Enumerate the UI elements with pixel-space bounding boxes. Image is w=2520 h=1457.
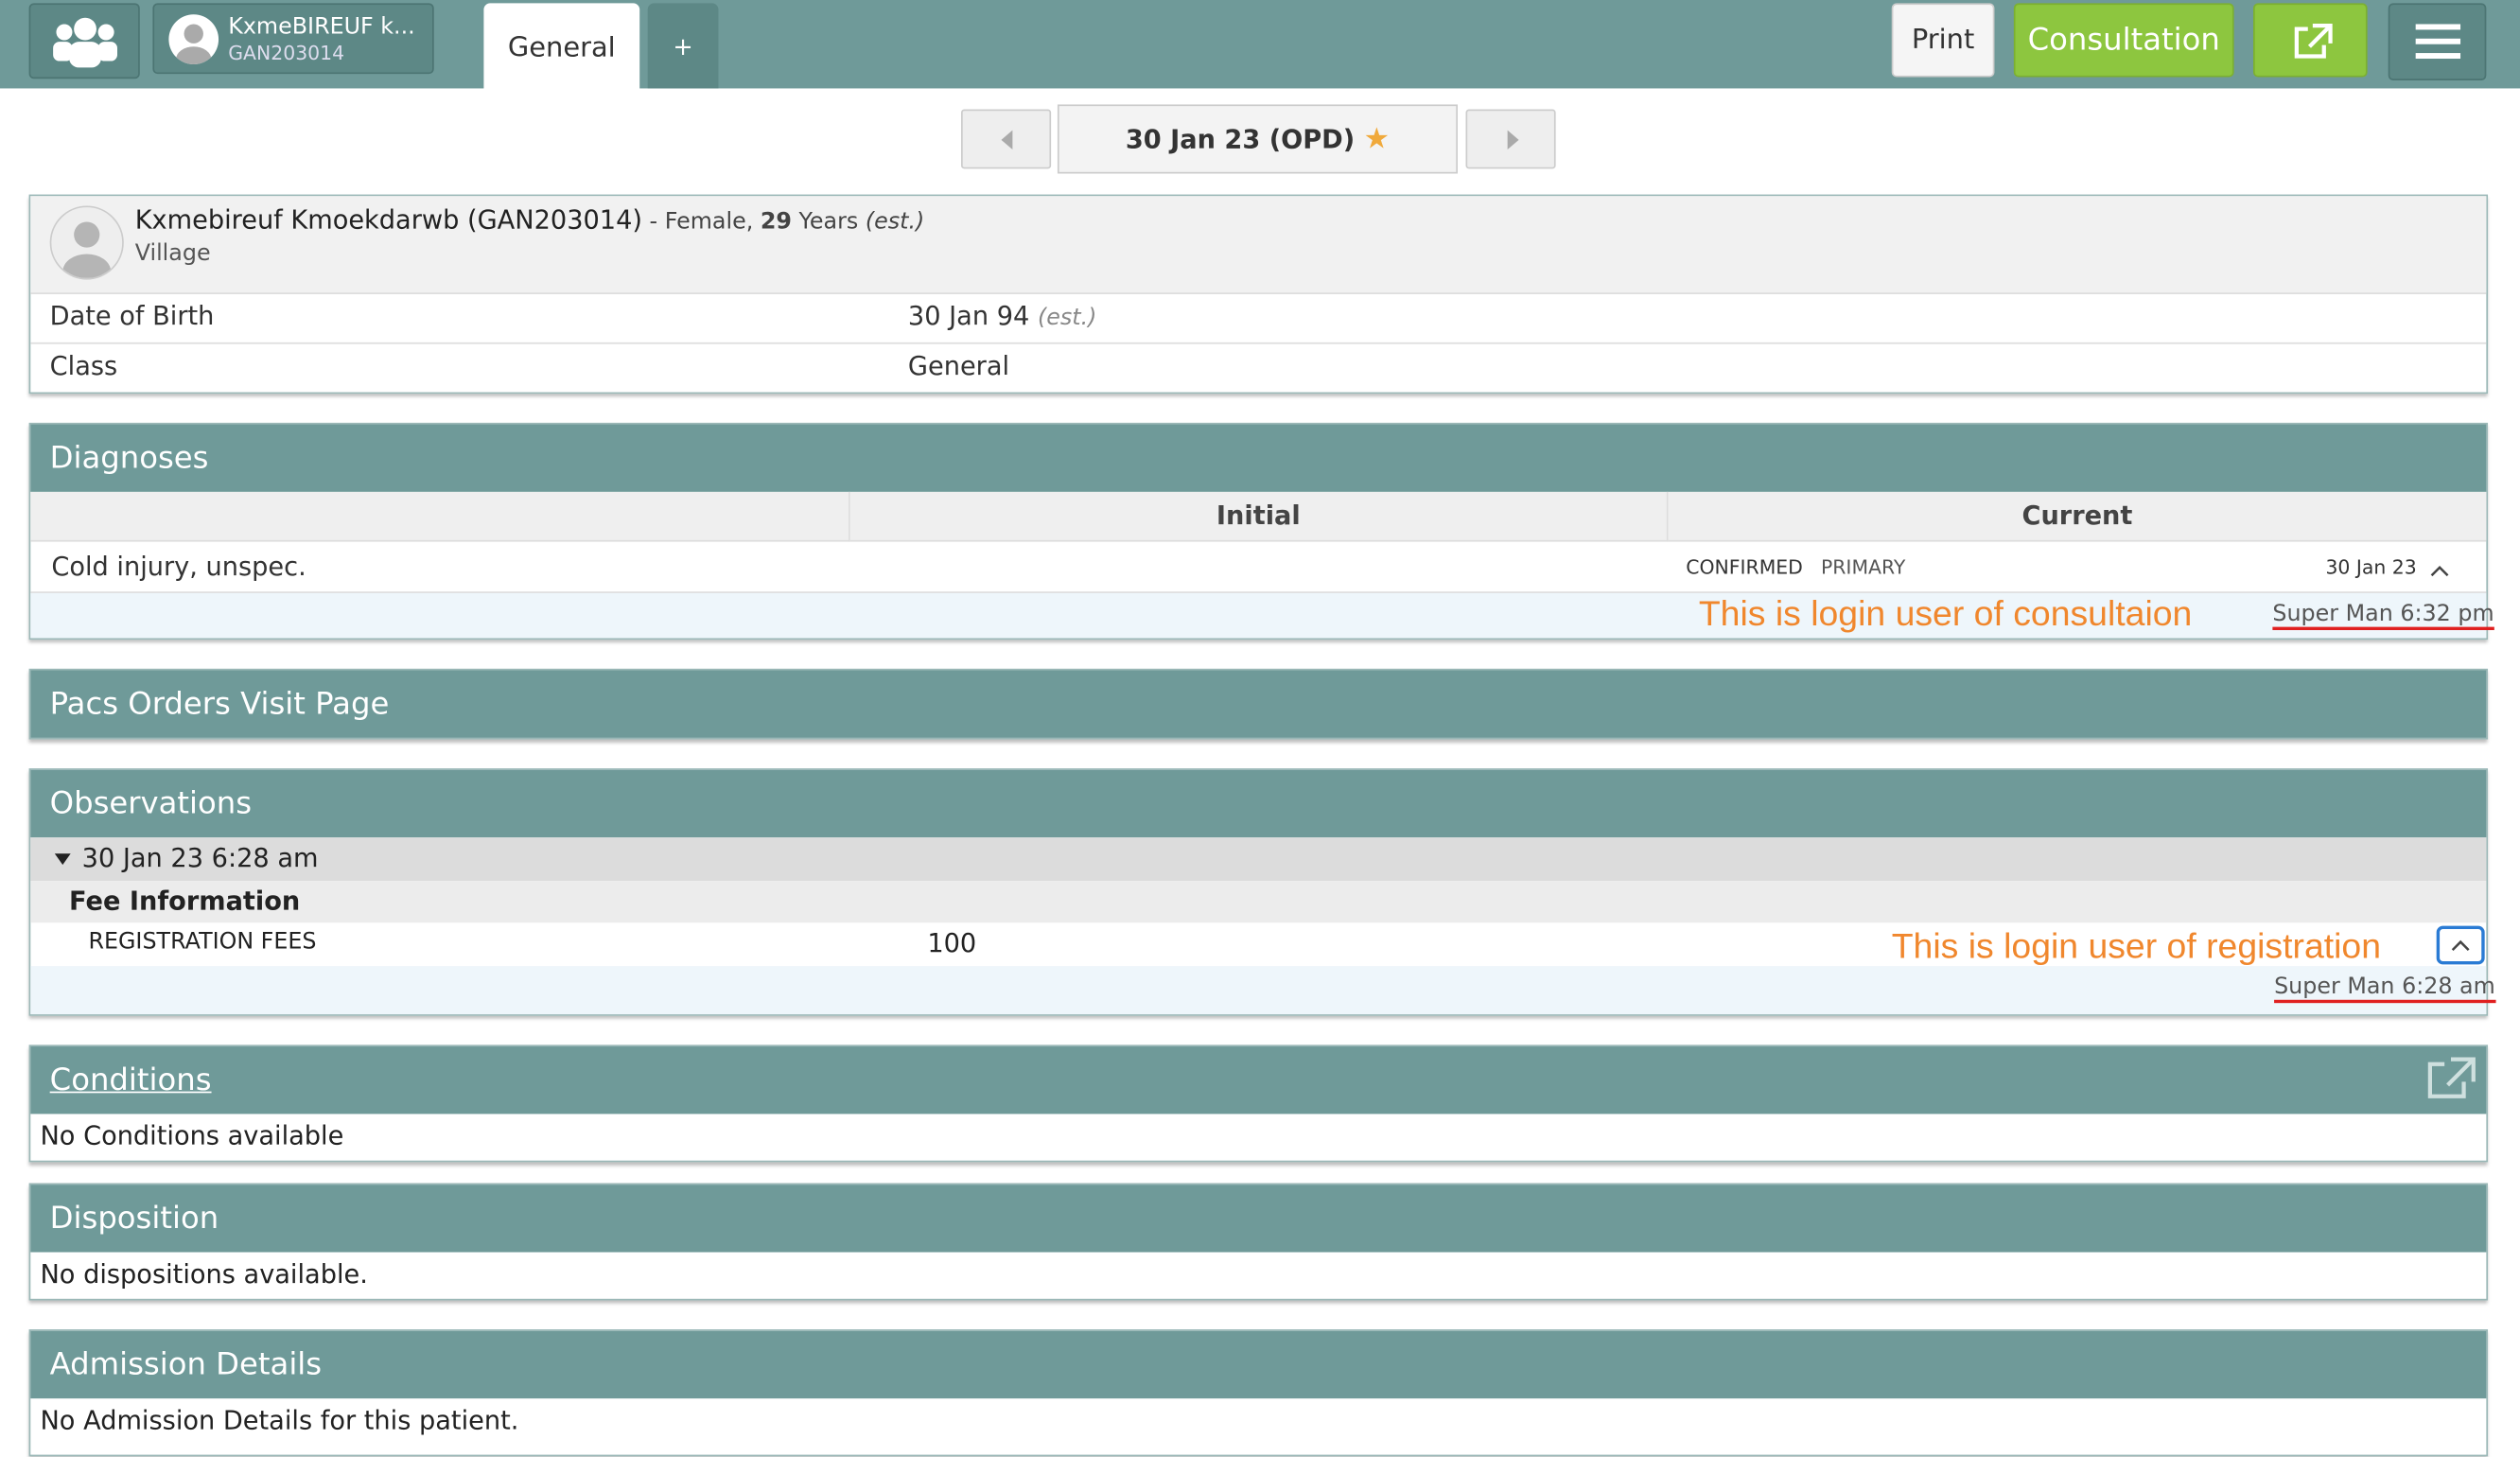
dob-value: 30 Jan 94 (est.) xyxy=(908,292,1097,342)
observations-header: Observations xyxy=(30,769,2487,838)
patient-full-name: Kxmebireuf Kmoekdarwb (GAN203014) - Fema… xyxy=(135,204,925,235)
collapse-button[interactable] xyxy=(2436,925,2485,965)
class-label: Class xyxy=(49,350,118,381)
caret-left-icon xyxy=(1001,130,1013,150)
fee-section-title: Fee Information xyxy=(69,886,301,917)
diag-col-current: Current xyxy=(1668,491,2487,542)
current-patient-button[interactable]: KxmeBIREUF k... GAN203014 xyxy=(152,3,434,75)
admission-title: Admission Details xyxy=(49,1346,323,1383)
observation-group-date: 30 Jan 23 6:28 am xyxy=(81,842,319,873)
menu-button[interactable] xyxy=(2388,3,2487,80)
visit-date-selector[interactable]: 30 Jan 23 (OPD) ★ xyxy=(1057,104,1458,174)
fee-section-row: Fee Information xyxy=(30,881,2487,923)
observations-title: Observations xyxy=(49,785,253,822)
conditions-empty: No Conditions available xyxy=(40,1120,344,1151)
patient-info-panel: Kxmebireuf Kmoekdarwb (GAN203014) - Fema… xyxy=(28,194,2489,395)
observation-audit-row: Super Man 6:28 am xyxy=(30,966,2495,1015)
prev-visit-button[interactable] xyxy=(961,109,1052,169)
diagnoses-title: Diagnoses xyxy=(49,440,209,476)
consultation-button[interactable]: Consultation xyxy=(2013,3,2234,78)
admission-panel: Admission Details No Admission Details f… xyxy=(28,1329,2489,1457)
conditions-panel: Conditions No Conditions available xyxy=(28,1044,2489,1163)
pacs-header: Pacs Orders Visit Page xyxy=(30,670,2487,738)
diagnosis-date: 30 Jan 23 xyxy=(2325,555,2417,579)
diagnosis-status: CONFIRMED xyxy=(1686,555,1803,579)
disposition-panel: Disposition No dispositions available. xyxy=(28,1183,2489,1301)
observation-group-row[interactable]: 30 Jan 23 6:28 am xyxy=(30,837,2487,882)
conditions-header: Conditions xyxy=(30,1046,2487,1115)
chevron-up-icon xyxy=(2451,939,2470,952)
patient-age: 29 xyxy=(760,208,792,236)
admission-empty: No Admission Details for this patient. xyxy=(40,1404,519,1436)
tab-general[interactable]: General xyxy=(483,3,640,89)
diag-col-blank xyxy=(30,491,850,542)
diagnosis-order: PRIMARY xyxy=(1820,555,1906,579)
patient-age-unit: Years xyxy=(791,208,866,236)
top-bar: KxmeBIREUF k... GAN203014 General + Prin… xyxy=(0,0,2520,89)
fee-item-label: REGISTRATION FEES xyxy=(88,929,317,956)
patient-name-short: KxmeBIREUF k... xyxy=(228,14,415,41)
avatar xyxy=(168,14,219,64)
patient-gender: - Female, xyxy=(641,208,761,236)
disposition-empty: No dispositions available. xyxy=(40,1258,368,1290)
print-button[interactable]: Print xyxy=(1891,3,1995,78)
consultation-annotation: This is login user of consultaion xyxy=(1698,592,2193,634)
diagnosis-user: Super Man 6:32 pm xyxy=(2272,601,2494,631)
patient-age-est: (est.) xyxy=(865,208,925,236)
patient-summary: Kxmebireuf Kmoekdarwb (GAN203014) - Fema… xyxy=(30,196,2487,294)
diag-col-initial: Initial xyxy=(849,491,1669,542)
disposition-title: Disposition xyxy=(49,1201,219,1237)
open-external-button[interactable] xyxy=(2252,3,2368,78)
diagnoses-header: Diagnoses xyxy=(30,424,2487,492)
admission-header: Admission Details xyxy=(30,1330,2487,1399)
users-icon xyxy=(53,17,118,68)
class-row: Class General xyxy=(30,342,2486,393)
tab-add[interactable]: + xyxy=(647,3,719,89)
observations-panel: Observations 30 Jan 23 6:28 am Fee Infor… xyxy=(28,768,2495,1016)
next-visit-button[interactable] xyxy=(1465,109,1556,169)
patient-id: GAN203014 xyxy=(228,42,345,64)
fee-item-row: REGISTRATION FEES 100 This is login user… xyxy=(30,922,2486,966)
patient-village: Village xyxy=(134,240,211,268)
diagnoses-panel: Diagnoses Initial Current Cold injury, u… xyxy=(28,422,2494,641)
diagnosis-row: Cold injury, unspec. CONFIRMED PRIMARY 3… xyxy=(30,542,2487,593)
caret-right-icon xyxy=(1507,130,1519,150)
visit-date-label: 30 Jan 23 (OPD) xyxy=(1125,123,1356,155)
registration-annotation: This is login user of registration xyxy=(1891,925,2382,967)
dob-date: 30 Jan 94 xyxy=(907,300,1030,331)
diagnosis-audit-row: This is login user of consultaion Super … xyxy=(30,592,2494,639)
pacs-panel: Pacs Orders Visit Page xyxy=(28,668,2489,740)
disposition-header: Disposition xyxy=(30,1185,2487,1253)
pacs-title: Pacs Orders Visit Page xyxy=(49,686,390,722)
conditions-title[interactable]: Conditions xyxy=(50,1062,212,1097)
dob-row: Date of Birth 30 Jan 94 (est.) xyxy=(30,292,2487,344)
chevron-up-icon[interactable] xyxy=(2430,564,2449,577)
hamburger-icon xyxy=(2415,24,2461,60)
patient-name: Kxmebireuf Kmoekdarwb (GAN203014) xyxy=(134,203,642,236)
patient-avatar xyxy=(49,205,124,280)
star-icon: ★ xyxy=(1363,122,1391,156)
patient-search-button[interactable] xyxy=(28,3,140,79)
caret-down-icon xyxy=(54,853,71,866)
fee-item-value: 100 xyxy=(927,927,977,958)
class-value: General xyxy=(907,350,1010,381)
dob-label: Date of Birth xyxy=(49,300,215,331)
external-link-icon xyxy=(2294,24,2333,59)
diagnosis-name: Cold injury, unspec. xyxy=(51,551,306,583)
external-link-icon[interactable] xyxy=(2425,1056,2476,1101)
observation-user: Super Man 6:28 am xyxy=(2274,974,2495,1004)
dob-est: (est.) xyxy=(1037,305,1097,331)
